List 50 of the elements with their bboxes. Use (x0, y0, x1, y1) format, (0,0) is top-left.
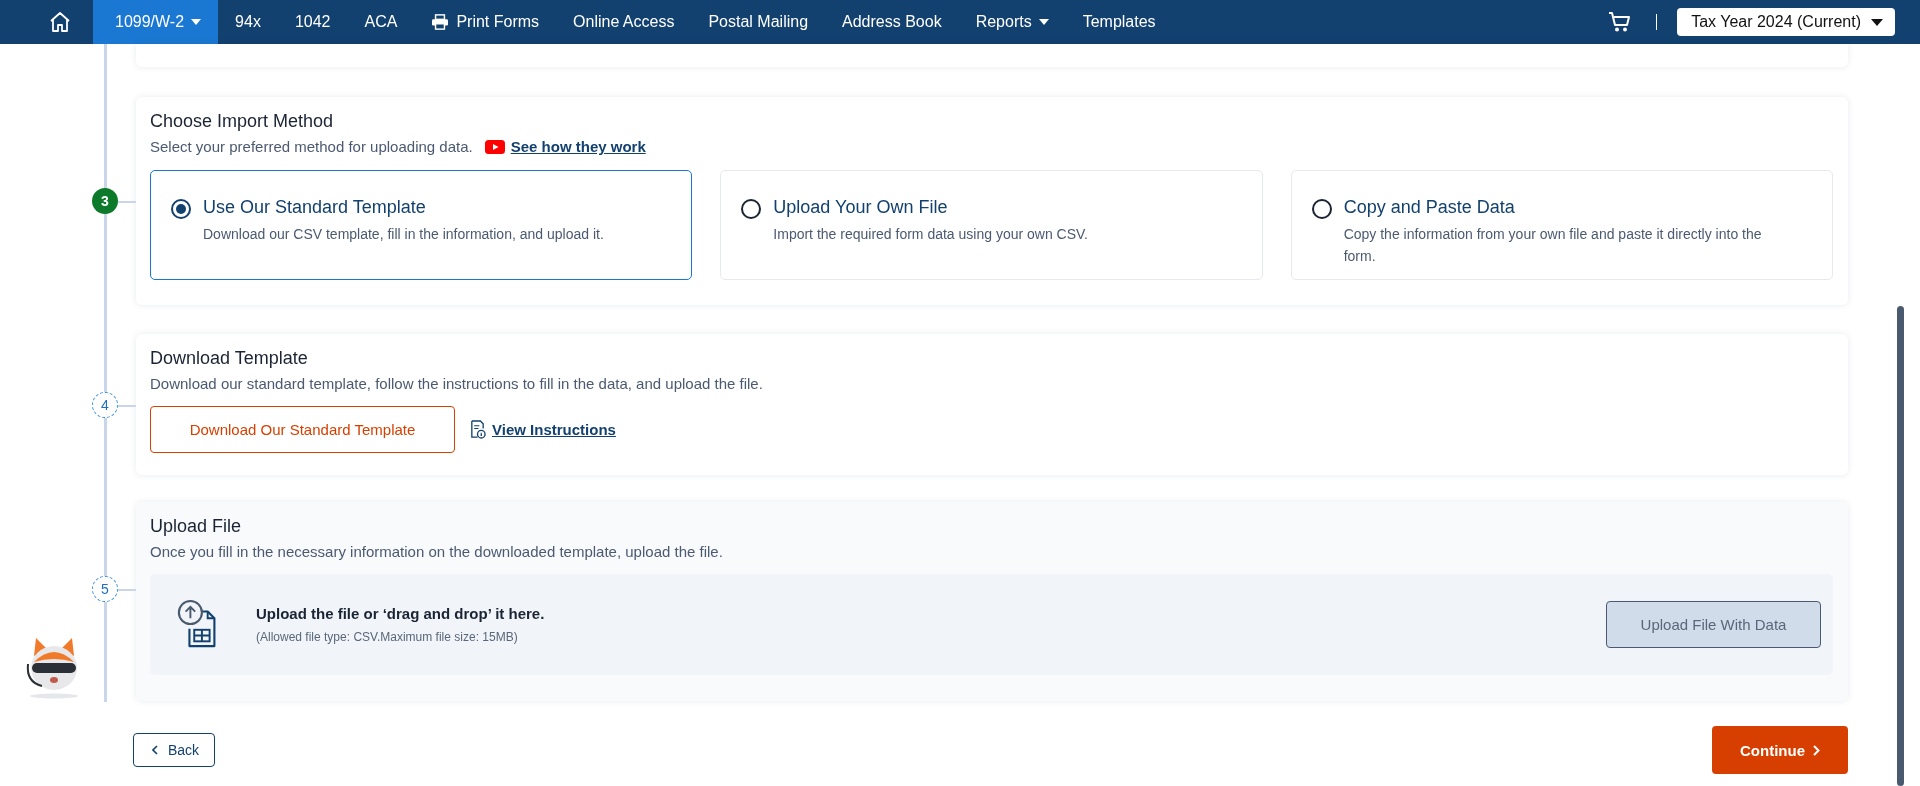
option-description: Import the required form data using your own CSV. (773, 225, 1088, 244)
video-play-icon[interactable] (484, 139, 505, 154)
nav-item[interactable]: 1099/W-2 (93, 0, 219, 44)
cart-icon[interactable] (1608, 11, 1633, 33)
section-description: Once you fill in the necessary information on the downloaded template, upload the file. (150, 543, 724, 560)
step-marker: 5 (92, 576, 118, 602)
chevron-right-icon (1813, 744, 1820, 756)
section-title: Choose Import Method (150, 111, 335, 132)
back-button[interactable]: Back (133, 733, 215, 767)
option-title: Use Our Standard Template (203, 197, 427, 218)
option-title: Upload Your Own File (773, 197, 949, 218)
section-title: Upload File (150, 516, 243, 537)
caret-icon (191, 19, 202, 25)
home-icon[interactable] (48, 10, 72, 34)
download-template-button[interactable]: Download Our Standard Template (150, 406, 455, 453)
nav-item[interactable]: Reports (958, 0, 1066, 44)
scrollbar[interactable] (1897, 306, 1904, 786)
continue-button[interactable]: Continue (1712, 726, 1848, 774)
section-description: Download our standard template, follow the instructions to fill in the data, and upload the file. (150, 375, 764, 392)
option-description: Copy the information from your own file and paste it directly into the form. (1343, 225, 1763, 266)
nav-item[interactable]: Address Book (825, 0, 959, 44)
drop-zone-title: Upload the file or ‘drag and drop’ it here. (256, 605, 546, 622)
chevron-left-icon (152, 745, 158, 755)
nav-item[interactable]: Postal Mailing (691, 0, 826, 44)
tax-year-dropdown[interactable]: Tax Year 2024 (Current) (1677, 8, 1895, 36)
nav-item[interactable]: ACA (347, 0, 415, 44)
caret-icon (1038, 19, 1049, 25)
nav-item[interactable]: 1042 (277, 0, 348, 44)
nav-item[interactable]: Templates (1065, 0, 1173, 44)
nav-item[interactable]: 94x (218, 0, 278, 44)
drop-zone-hint: (Allowed file type: CSV.Maximum file size: 15MB) (256, 630, 519, 644)
video-link[interactable]: See how they work (510, 138, 646, 155)
view-instructions-link[interactable]: View Instructions (492, 421, 616, 438)
printer-icon (431, 14, 450, 30)
caret-icon (1871, 18, 1883, 26)
step-marker: 4 (92, 392, 118, 418)
option-description: Download our CSV template, fill in the information, and upload it. (203, 225, 604, 244)
nav-item[interactable]: Print Forms (414, 0, 557, 44)
document-info-icon[interactable] (469, 420, 486, 439)
import-option-card[interactable]: Upload Your Own File Import the required form data using your own CSV. (720, 170, 1263, 280)
section-title: Download Template (150, 348, 309, 369)
import-option-card[interactable]: Copy and Paste Data Copy the information from your own file and paste it directly into the form. (1290, 170, 1833, 280)
step-marker: 3 (92, 188, 118, 214)
radio-button[interactable] (1311, 199, 1332, 219)
radio-button[interactable] (741, 199, 762, 219)
option-title: Copy and Paste Data (1343, 197, 1516, 218)
nav-item[interactable]: Online Access (556, 0, 692, 44)
section-description: Select your preferred method for uploading data. (150, 138, 473, 155)
import-option-card[interactable]: Use Our Standard Template Download our CSV template, fill in the information, and upload it. (150, 170, 693, 280)
radio-button[interactable] (171, 199, 191, 219)
